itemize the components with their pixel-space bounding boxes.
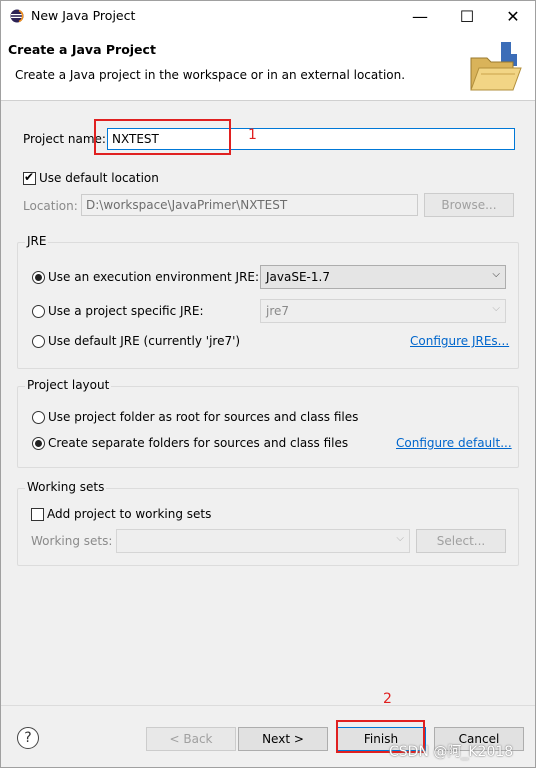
configure-default-link[interactable]: Configure default...	[396, 436, 512, 450]
working-sets-group-title: Working sets	[25, 480, 107, 494]
working-sets-select[interactable]: ⌵	[116, 529, 410, 553]
jre-default-radio[interactable]	[32, 335, 45, 348]
window-title: New Java Project	[31, 8, 136, 23]
jre-specific-radio[interactable]	[32, 305, 45, 318]
project-specific-jre-value: jre7	[266, 304, 290, 318]
eclipse-icon	[10, 9, 24, 23]
jre-env-radio[interactable]	[32, 271, 45, 284]
new-java-project-dialog: New Java Project — ☐ ✕ Create a Java Pro…	[0, 0, 536, 768]
title-bar: New Java Project — ☐ ✕	[1, 1, 535, 32]
location-label: Location:	[23, 199, 78, 213]
annotation-number-1: 1	[248, 127, 257, 143]
chevron-down-icon: ⌵	[396, 533, 404, 544]
layout-root-radio[interactable]	[32, 411, 45, 424]
java-project-folder-icon	[470, 42, 522, 91]
checkmark-icon: ✔	[24, 170, 35, 184]
wizard-banner: Create a Java Project Create a Java proj…	[1, 32, 535, 101]
layout-root-label: Use project folder as root for sources a…	[48, 410, 359, 424]
execution-environment-value: JavaSE-1.7	[266, 270, 330, 284]
project-specific-jre-select[interactable]: jre7 ⌵	[260, 299, 506, 323]
jre-specific-label: Use a project specific JRE:	[48, 304, 204, 318]
banner-title: Create a Java Project	[8, 42, 156, 57]
next-button[interactable]: Next >	[238, 727, 328, 751]
project-layout-group-title: Project layout	[25, 378, 112, 392]
location-input[interactable]: D:\workspace\JavaPrimer\NXTEST	[81, 194, 418, 216]
working-sets-label: Working sets:	[31, 534, 113, 548]
annotation-box-1	[94, 119, 231, 155]
minimize-button[interactable]: —	[397, 1, 443, 32]
back-button[interactable]: < Back	[146, 727, 236, 751]
jre-env-label: Use an execution environment JRE:	[48, 270, 260, 284]
select-working-sets-button[interactable]: Select...	[416, 529, 506, 553]
chevron-down-icon: ⌵	[492, 303, 500, 314]
execution-environment-select[interactable]: JavaSE-1.7 ⌵	[260, 265, 506, 289]
layout-separate-radio[interactable]	[32, 437, 45, 450]
watermark-text: CSDN @阿_K2018	[389, 744, 514, 760]
layout-separate-label: Create separate folders for sources and …	[48, 436, 349, 450]
use-default-location-checkbox[interactable]: ✔	[23, 170, 36, 185]
banner-description: Create a Java project in the workspace o…	[15, 68, 406, 82]
working-sets-group	[17, 488, 519, 566]
annotation-number-2: 2	[383, 691, 392, 707]
chevron-down-icon: ⌵	[492, 269, 500, 280]
configure-jres-link[interactable]: Configure JREs...	[410, 334, 509, 348]
jre-default-label: Use default JRE (currently 'jre7')	[48, 334, 241, 348]
jre-group-title: JRE	[25, 234, 49, 248]
close-button[interactable]: ✕	[490, 1, 535, 32]
add-to-working-sets-label: Add project to working sets	[47, 507, 212, 521]
button-bar-separator	[1, 705, 535, 706]
project-layout-group	[17, 386, 519, 468]
help-icon[interactable]: ?	[17, 727, 39, 749]
browse-button[interactable]: Browse...	[424, 193, 514, 217]
use-default-location-label: Use default location	[39, 171, 159, 185]
add-to-working-sets-checkbox[interactable]	[31, 508, 44, 521]
maximize-button[interactable]: ☐	[444, 1, 490, 32]
